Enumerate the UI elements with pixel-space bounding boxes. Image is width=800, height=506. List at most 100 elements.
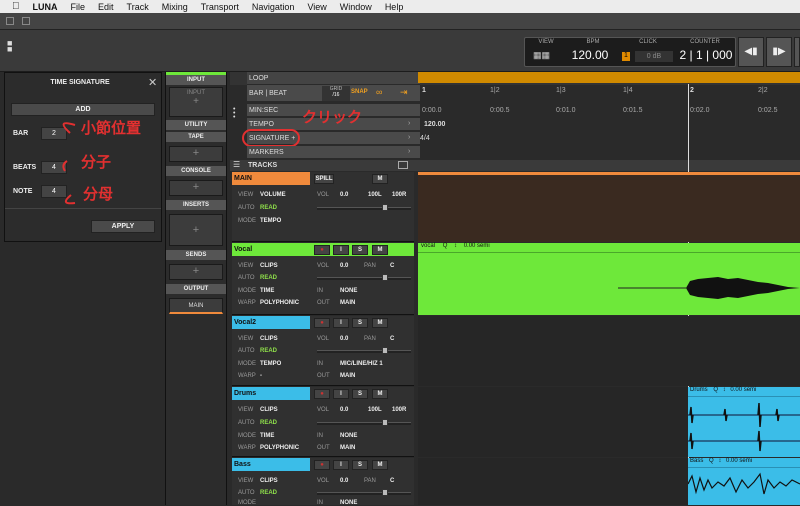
track-vocal-solo-button[interactable]: S xyxy=(352,245,368,255)
tracks-view-icon[interactable] xyxy=(398,161,408,169)
track-vocal2-record-button[interactable]: ● xyxy=(314,318,330,328)
track-drums-auto[interactable]: READ xyxy=(260,420,277,426)
track-bass-record-button[interactable]: ● xyxy=(314,460,330,470)
bass-clip[interactable]: Bass Q ↕ 0.00 semi xyxy=(687,458,800,505)
click-level[interactable]: 0 dB xyxy=(635,51,673,62)
track-drums-fader[interactable] xyxy=(317,422,411,425)
track-vocal-mode[interactable]: TIME xyxy=(260,288,274,294)
track-drums-input-button[interactable]: I xyxy=(333,389,349,399)
track-vocal2-solo-button[interactable]: S xyxy=(352,318,368,328)
app-menu[interactable]: LUNA xyxy=(33,2,58,12)
menu-window[interactable]: Window xyxy=(340,2,372,12)
close-icon[interactable]: ✕ xyxy=(148,76,157,89)
drums-clip-name[interactable]: Drums xyxy=(690,387,708,393)
track-vocal2-out[interactable]: MAIN xyxy=(340,373,355,379)
tracks-menu-icon[interactable]: ☰ xyxy=(233,160,240,169)
track-bass-name[interactable]: Bass xyxy=(232,458,310,471)
track-vocal-warp[interactable]: POLYPHONIC xyxy=(260,300,299,306)
track-vocal-input-button[interactable]: I xyxy=(333,245,349,255)
tempo-expand-icon[interactable]: › xyxy=(408,120,410,127)
track-bass-mute-button[interactable]: M xyxy=(372,460,388,470)
minimize-window-icon[interactable] xyxy=(22,17,30,25)
grid-selector[interactable]: GRID/16 xyxy=(322,86,350,101)
bass-clip-semi[interactable]: 0.00 semi xyxy=(726,458,752,464)
menu-file[interactable]: File xyxy=(71,2,86,12)
view-icons[interactable]: ▦▦ xyxy=(533,50,563,61)
track-drums-in[interactable]: NONE xyxy=(340,433,357,439)
track-main-view[interactable]: VOLUME xyxy=(260,192,286,198)
track-vocal2-fader[interactable] xyxy=(317,350,411,353)
track-vocal2-warp[interactable]: - xyxy=(260,373,262,379)
menu-edit[interactable]: Edit xyxy=(98,2,114,12)
track-bass-solo-button[interactable]: S xyxy=(352,460,368,470)
add-input-icon[interactable]: + xyxy=(170,96,222,107)
track-vocal-in[interactable]: NONE xyxy=(340,288,357,294)
menu-view[interactable]: View xyxy=(307,2,326,12)
track-main-spill-button[interactable]: SPILL xyxy=(314,174,334,184)
drums-clip-tune-icon[interactable]: ↕ xyxy=(723,387,726,393)
track-vocal-auto[interactable]: READ xyxy=(260,275,277,281)
vocal-clip-q[interactable]: Q xyxy=(443,243,448,249)
apply-button[interactable]: APPLY xyxy=(91,220,155,233)
menu-navigation[interactable]: Navigation xyxy=(252,2,295,12)
play-button[interactable] xyxy=(794,37,800,67)
markers-expand-icon[interactable]: › xyxy=(408,148,410,155)
tape-slot[interactable]: + xyxy=(169,146,223,162)
track-vocal2-mode[interactable]: TEMPO xyxy=(260,361,281,367)
menu-track[interactable]: Track xyxy=(127,2,149,12)
track-bass-input-button[interactable]: I xyxy=(333,460,349,470)
bpm-value[interactable]: 120.00 xyxy=(569,48,611,62)
track-drums-fader-knob[interactable] xyxy=(382,419,388,426)
bass-clip-q[interactable]: Q xyxy=(709,458,714,464)
track-vocal2-auto[interactable]: READ xyxy=(260,348,277,354)
track-main-name[interactable]: MAIN xyxy=(232,172,310,185)
input-slot[interactable]: INPUT + xyxy=(169,87,223,117)
track-vocal2-input-button[interactable]: I xyxy=(333,318,349,328)
track-vocal2-view[interactable]: CLIPS xyxy=(260,336,278,342)
track-main-fader-knob[interactable] xyxy=(382,204,388,211)
track-main-vol[interactable]: 0.0 xyxy=(340,192,348,198)
track-vocal-fader-knob[interactable] xyxy=(382,274,388,281)
track-drums-solo-button[interactable]: S xyxy=(352,389,368,399)
drums-clip[interactable]: Drums Q ↕ 0.00 semi xyxy=(688,387,800,457)
track-vocal-out[interactable]: MAIN xyxy=(340,300,355,306)
inserts-slot[interactable]: + xyxy=(169,214,223,246)
track-drums-pan-l[interactable]: 100L xyxy=(368,407,382,413)
fast-forward-button[interactable]: ▮▶ xyxy=(766,37,792,67)
track-vocal2-in[interactable]: MIC/LINE/HIZ 1 xyxy=(340,361,383,367)
bass-clip-name[interactable]: Bass xyxy=(690,458,703,464)
menu-mixing[interactable]: Mixing xyxy=(162,2,188,12)
track-bass-vol[interactable]: 0.0 xyxy=(340,478,348,484)
menu-dots-icon[interactable]: ■ ■ xyxy=(7,39,12,60)
vocal-clip-semi[interactable]: 0.00 semi xyxy=(464,243,490,249)
menu-help[interactable]: Help xyxy=(385,2,404,12)
track-bass-pan[interactable]: C xyxy=(390,478,394,484)
track-drums-warp[interactable]: POLYPHONIC xyxy=(260,445,299,451)
track-drums-out[interactable]: MAIN xyxy=(340,445,355,451)
track-drums-vol[interactable]: 0.0 xyxy=(340,407,348,413)
track-vocal2-fader-knob[interactable] xyxy=(382,347,388,354)
follow-icon[interactable]: ⇥ xyxy=(400,87,408,98)
track-drums-mute-button[interactable]: M xyxy=(372,389,388,399)
sends-slot[interactable]: + xyxy=(169,264,223,280)
track-vocal-vol[interactable]: 0.0 xyxy=(340,263,348,269)
track-drums-name[interactable]: Drums xyxy=(232,387,310,400)
track-main-auto[interactable]: READ xyxy=(260,205,277,211)
close-window-icon[interactable] xyxy=(6,17,14,25)
track-drums-pan-r[interactable]: 100R xyxy=(392,407,406,413)
loop-region[interactable] xyxy=(418,72,800,83)
track-drums-mode[interactable]: TIME xyxy=(260,433,274,439)
track-vocal2-vol[interactable]: 0.0 xyxy=(340,336,348,342)
bass-clip-tune-icon[interactable]: ↕ xyxy=(718,458,721,464)
track-vocal-view[interactable]: CLIPS xyxy=(260,263,278,269)
apple-icon[interactable]:  xyxy=(12,1,20,12)
console-slot[interactable]: + xyxy=(169,180,223,196)
track-main-fader[interactable] xyxy=(317,207,411,210)
track-vocal2-name[interactable]: Vocal2 xyxy=(232,316,310,329)
click-count[interactable]: 1 xyxy=(622,52,630,61)
track-vocal2-mute-button[interactable]: M xyxy=(372,318,388,328)
track-bass-auto[interactable]: READ xyxy=(260,490,277,496)
snap-toggle[interactable]: SNAP xyxy=(351,89,371,98)
counter-value[interactable]: 2 | 1 | 000 xyxy=(677,48,735,62)
markers-ruler-label[interactable]: MARKERS xyxy=(247,146,420,159)
